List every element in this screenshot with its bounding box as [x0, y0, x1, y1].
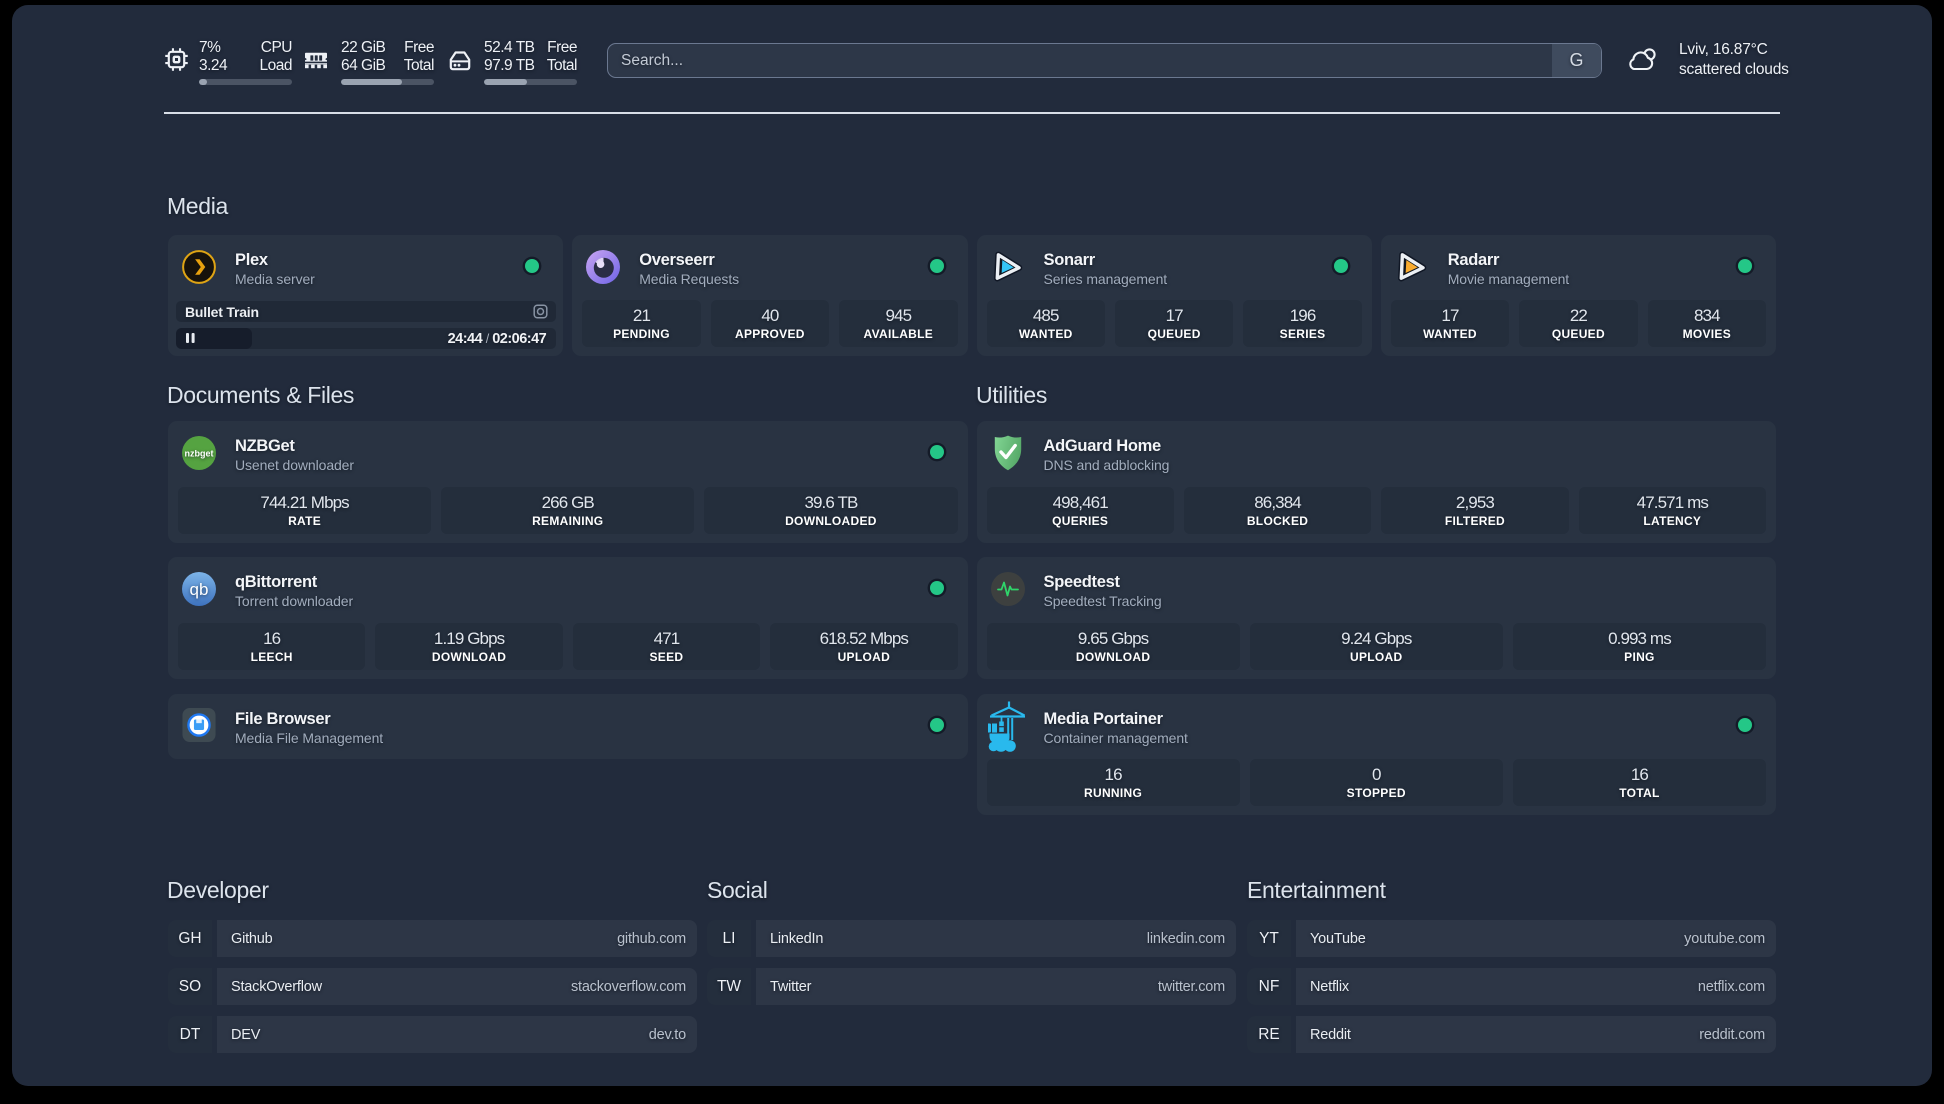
svg-text:qb: qb: [190, 580, 209, 599]
svg-text:nzbget: nzbget: [185, 449, 214, 459]
